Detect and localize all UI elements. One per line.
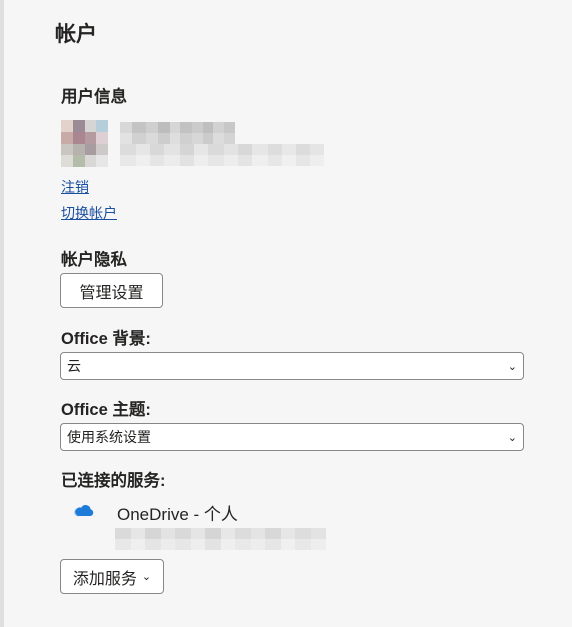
office-background-value: 云 <box>67 358 81 374</box>
onedrive-cloud-icon <box>74 505 94 517</box>
window-edge <box>0 0 4 627</box>
sign-out-link[interactable]: 注销 <box>61 177 89 197</box>
user-email-redacted <box>120 144 328 155</box>
switch-account-link[interactable]: 切换帐户 <box>61 203 117 223</box>
onedrive-service-name: OneDrive - 个人 <box>117 505 238 524</box>
office-theme-heading: Office 主题: <box>61 401 151 419</box>
account-privacy-heading: 帐户隐私 <box>61 251 127 269</box>
office-theme-select[interactable]: 使用系统设置 ⌄ <box>60 423 524 451</box>
manage-settings-button[interactable]: 管理设置 <box>60 273 163 308</box>
office-background-select[interactable]: 云 ⌄ <box>60 352 524 380</box>
office-background-heading: Office 背景: <box>61 330 151 348</box>
chevron-down-icon: ⌄ <box>141 571 152 583</box>
chevron-down-icon: ⌄ <box>507 431 517 444</box>
page-title: 帐户 <box>55 23 97 46</box>
avatar <box>61 120 108 167</box>
onedrive-account-redacted <box>115 528 330 539</box>
user-name-redacted <box>120 122 235 133</box>
user-info-heading: 用户信息 <box>61 88 127 106</box>
add-service-label: 添加服务 <box>72 570 137 588</box>
chevron-down-icon: ⌄ <box>507 360 517 373</box>
add-service-button[interactable]: 添加服务 ⌄ <box>60 559 164 594</box>
office-theme-value: 使用系统设置 <box>67 429 151 445</box>
connected-services-heading: 已连接的服务: <box>61 472 166 490</box>
